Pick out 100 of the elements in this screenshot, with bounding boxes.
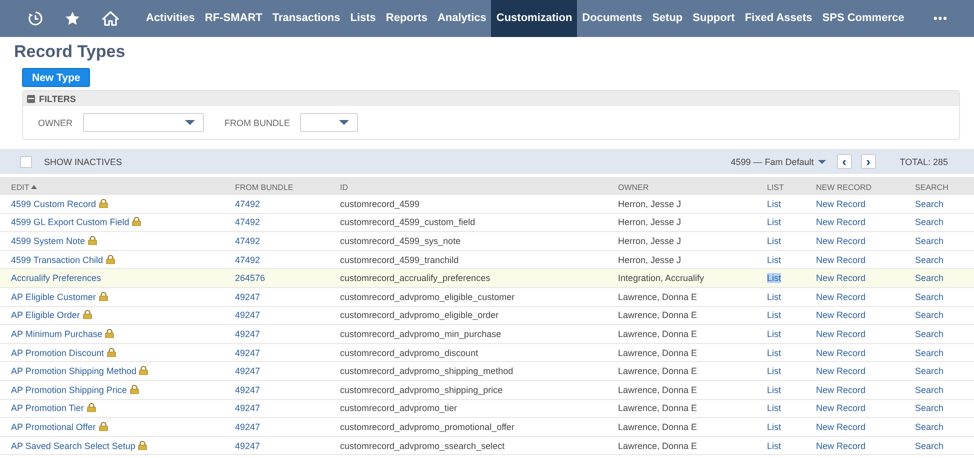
owner-name: Lawrence, Donna E xyxy=(618,292,698,302)
history-icon[interactable] xyxy=(28,11,43,26)
new-record-link[interactable]: New Record xyxy=(816,384,866,395)
list-link[interactable]: List xyxy=(767,254,782,265)
dropdown-field[interactable] xyxy=(300,113,358,132)
nav-tab[interactable]: Support xyxy=(688,0,740,37)
nav-tab[interactable]: Setup xyxy=(647,0,688,37)
owner-name: Lawrence, Donna E xyxy=(618,348,698,358)
list-link[interactable]: List xyxy=(767,440,782,451)
list-link[interactable]: List xyxy=(767,403,782,414)
bundle-link[interactable]: 49247 xyxy=(235,384,260,395)
new-record-link[interactable]: New Record xyxy=(816,422,866,432)
column-header[interactable]: OWNER xyxy=(618,183,649,192)
list-link[interactable]: List xyxy=(767,328,782,339)
nav-tab[interactable]: RF-SMART xyxy=(200,0,268,37)
more-menu-button[interactable]: ••• xyxy=(933,12,948,24)
list-link[interactable]: List xyxy=(767,217,782,228)
nav-tab[interactable]: Customization xyxy=(491,0,578,37)
record-link[interactable]: 4599 Transaction Child xyxy=(11,254,104,265)
home-icon[interactable] xyxy=(102,11,119,26)
new-record-link[interactable]: New Record xyxy=(816,198,866,209)
bundle-link[interactable]: 49247 xyxy=(235,328,260,339)
record-link[interactable]: 4599 Custom Record xyxy=(11,198,96,209)
new-type-button[interactable]: New Type xyxy=(22,68,90,87)
search-link[interactable]: Search xyxy=(915,422,944,432)
new-record-link[interactable]: New Record xyxy=(816,217,866,228)
record-link[interactable]: AP Promotional Offer xyxy=(11,422,96,432)
new-record-link[interactable]: New Record xyxy=(816,310,866,320)
search-link[interactable]: Search xyxy=(915,292,944,302)
column-header[interactable]: ID xyxy=(340,183,348,192)
view-dropdown[interactable]: 4599 — Fam Default xyxy=(730,156,826,166)
new-record-link[interactable]: New Record xyxy=(816,440,866,451)
nav-tab[interactable]: SPS Commerce xyxy=(817,0,910,37)
search-link[interactable]: Search xyxy=(915,236,944,246)
search-link[interactable]: Search xyxy=(915,328,944,339)
bundle-link[interactable]: 264576 xyxy=(235,273,266,284)
collapse-icon[interactable] xyxy=(27,94,35,102)
dropdown-field[interactable] xyxy=(82,113,204,132)
star-icon[interactable] xyxy=(65,11,80,26)
list-link[interactable]: List xyxy=(767,198,782,209)
nav-tab[interactable]: Reports xyxy=(380,0,432,37)
new-record-link[interactable]: New Record xyxy=(816,403,866,414)
bundle-link[interactable]: 47492 xyxy=(235,236,260,246)
search-link[interactable]: Search xyxy=(915,440,944,451)
new-record-link[interactable]: New Record xyxy=(816,366,866,376)
column-header[interactable]: EDIT xyxy=(11,183,38,192)
previous-page-button[interactable]: ‹ xyxy=(836,154,852,169)
nav-tab[interactable]: Analytics xyxy=(432,0,492,37)
list-link[interactable]: List xyxy=(767,310,782,320)
new-record-link[interactable]: New Record xyxy=(816,254,866,265)
new-record-link[interactable]: New Record xyxy=(816,328,866,339)
search-link[interactable]: Search xyxy=(915,254,944,265)
nav-tab[interactable]: Lists xyxy=(345,0,381,37)
record-link[interactable]: AP Promotion Shipping Price xyxy=(11,384,127,395)
record-link[interactable]: AP Eligible Customer xyxy=(11,292,96,302)
search-link[interactable]: Search xyxy=(915,348,944,358)
nav-tab[interactable]: Fixed Assets xyxy=(740,0,818,37)
record-id: customrecord_4599_sys_note xyxy=(340,236,461,246)
record-link[interactable]: AP Promotion Tier xyxy=(11,403,84,414)
record-link[interactable]: AP Eligible Order xyxy=(11,310,80,320)
list-link[interactable]: List xyxy=(767,366,782,376)
search-link[interactable]: Search xyxy=(915,217,944,228)
list-link[interactable]: List xyxy=(767,348,782,358)
filters-label: FILTERS xyxy=(39,94,76,104)
bundle-link[interactable]: 49247 xyxy=(235,422,260,432)
next-page-button[interactable]: › xyxy=(860,154,876,169)
list-link[interactable]: List xyxy=(767,422,782,432)
column-header[interactable]: LIST xyxy=(767,183,784,192)
bundle-link[interactable]: 49247 xyxy=(235,403,260,414)
list-link[interactable]: List xyxy=(767,236,782,246)
bundle-link[interactable]: 47492 xyxy=(235,217,260,228)
record-link[interactable]: 4599 System Note xyxy=(11,236,86,246)
search-link[interactable]: Search xyxy=(915,384,944,395)
search-link[interactable]: Search xyxy=(915,403,944,414)
search-link[interactable]: Search xyxy=(915,198,944,209)
record-link[interactable]: AP Saved Search Select Setup xyxy=(11,440,136,451)
nav-tab[interactable]: Activities xyxy=(141,0,200,37)
new-record-link[interactable]: New Record xyxy=(816,236,866,246)
record-link[interactable]: AP Minimum Purchase xyxy=(11,328,102,339)
table-row[interactable]: Accrualify Preferences 264576 customrecord_accrualify_preferences Integration, Accrualify List New Record Search xyxy=(0,268,974,288)
nav-tab[interactable]: Documents xyxy=(577,0,648,37)
record-link[interactable]: 4599 GL Export Custom Field xyxy=(11,217,130,228)
bundle-link[interactable]: 49247 xyxy=(235,366,260,376)
search-link[interactable]: Search xyxy=(915,366,944,376)
list-link[interactable]: List xyxy=(767,273,782,284)
bundle-link[interactable]: 49247 xyxy=(235,348,260,358)
bundle-link[interactable]: 47492 xyxy=(235,254,260,265)
bundle-link[interactable]: 47492 xyxy=(235,198,260,209)
checkbox[interactable] xyxy=(20,156,32,168)
record-link[interactable]: AP Promotion Discount xyxy=(11,348,104,358)
bundle-link[interactable]: 49247 xyxy=(235,292,260,302)
record-link[interactable]: AP Promotion Shipping Method xyxy=(11,366,136,376)
list-link[interactable]: List xyxy=(767,384,782,395)
search-link[interactable]: Search xyxy=(915,310,944,320)
bundle-link[interactable]: 49247 xyxy=(235,310,260,320)
new-record-link[interactable]: New Record xyxy=(816,292,866,302)
new-record-link[interactable]: New Record xyxy=(816,348,866,358)
list-link[interactable]: List xyxy=(767,292,782,302)
bundle-link[interactable]: 49247 xyxy=(235,440,260,451)
nav-tab[interactable]: Transactions xyxy=(267,0,346,37)
